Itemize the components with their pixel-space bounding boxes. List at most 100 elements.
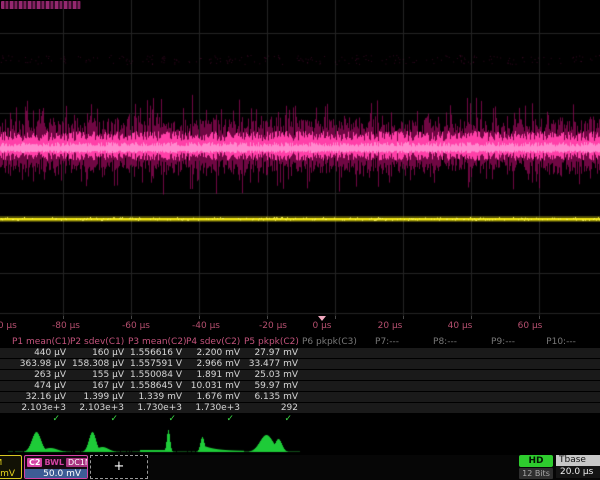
measure-value-cell (534, 381, 592, 391)
measure-value-cell: 155 µV (70, 370, 128, 380)
measure-stats-row: 474 µV167 µV1.558645 V10.031 mV59.97 mV (0, 381, 600, 391)
c2-coupling-label: DC1M (66, 458, 88, 467)
add-trace-button[interactable]: + (90, 455, 148, 479)
measure-value-cell (360, 381, 418, 391)
time-axis-label: 60 µs (518, 321, 543, 331)
hd-mode-badge[interactable]: HD (519, 455, 553, 467)
measure-value-cell (302, 381, 360, 391)
measure-value-cell: 1.558645 V (128, 381, 186, 391)
measure-value-cell (418, 348, 476, 358)
measure-stats-row: 2.103e+32.103e+31.730e+31.730e+3292 (0, 403, 600, 413)
status-check-icon: ✓ (128, 414, 186, 424)
measure-param-header[interactable]: P8:--- (418, 337, 476, 347)
measure-value-cell: 10.031 mV (186, 381, 244, 391)
measure-stats-row: 363.98 µV158.308 µV1.557591 V2.966 mV33.… (0, 359, 600, 369)
measure-value-cell: 160 µV (70, 348, 128, 358)
measure-param-header[interactable]: P5 pkpk(C2) (244, 337, 302, 347)
plus-icon: + (114, 459, 125, 474)
hd-bits-label: 12 Bits (519, 468, 553, 479)
time-axis-label: -80 µs (52, 321, 80, 331)
axis-tick (403, 316, 404, 319)
measure-value-cell (302, 392, 360, 402)
measure-param-header[interactable]: P9:--- (476, 337, 534, 347)
measurement-histicons[interactable] (6, 426, 306, 454)
measure-value-cell (534, 348, 592, 358)
measure-value-cell (418, 381, 476, 391)
measure-value-cell (476, 370, 534, 380)
axis-tick (471, 316, 472, 319)
time-axis-label: 20 µs (378, 321, 403, 331)
measure-value-cell (360, 403, 418, 413)
measure-value-cell (418, 359, 476, 369)
time-axis-label: 0 µs (312, 321, 331, 331)
c1-coupling-label: DC1M (0, 458, 2, 467)
time-axis-label: -100 µs (0, 321, 17, 331)
measure-value-cell (302, 359, 360, 369)
measure-value-cell: 2.200 mV (186, 348, 244, 358)
status-check-icon: ✓ (244, 414, 302, 424)
measure-param-header[interactable]: P1 mean(C1) (12, 337, 70, 347)
measure-value-cell (302, 370, 360, 380)
time-axis-label: 40 µs (448, 321, 473, 331)
measure-stats-row: 263 µV155 µV1.550084 V1.891 mV25.03 mV (0, 370, 600, 380)
measure-stats-row: 32.16 µV1.399 µV1.339 mV1.676 mV6.135 mV (0, 392, 600, 402)
measure-value-cell (476, 359, 534, 369)
measure-value-cell (476, 392, 534, 402)
measure-value-cell: 2.103e+3 (70, 403, 128, 413)
measure-value-cell: 1.550084 V (128, 370, 186, 380)
channel-c2-descriptor[interactable]: C2 BWL DC1M 50.0 mV (24, 455, 88, 479)
measure-stats-row: 440 µV160 µV1.556616 V2.200 mV27.97 mV (0, 348, 600, 358)
measure-value-cell: 27.97 mV (244, 348, 302, 358)
measure-status-row: ✓✓✓✓✓ (0, 414, 600, 424)
axis-tick (131, 316, 132, 319)
measure-value-cell (360, 348, 418, 358)
measure-value-cell: 2.103e+3 (12, 403, 70, 413)
axis-tick (267, 316, 268, 319)
measure-value-cell: 33.477 mV (244, 359, 302, 369)
measure-header-row: P1 mean(C1)P2 sdev(C1)P3 mean(C2)P4 sdev… (0, 337, 600, 347)
measure-value-cell: 1.339 mV (128, 392, 186, 402)
measure-value-cell: 32.16 µV (12, 392, 70, 402)
illegible-label-fragment (1, 1, 81, 9)
measure-value-cell (418, 370, 476, 380)
measure-param-header[interactable]: P6 pkpk(C3) (302, 337, 360, 347)
measure-value-cell (476, 348, 534, 358)
measure-value-cell (418, 403, 476, 413)
status-check-icon: ✓ (12, 414, 70, 424)
measure-value-cell (534, 403, 592, 413)
measure-param-header[interactable]: P4 sdev(C2) (186, 337, 244, 347)
measure-value-cell (360, 359, 418, 369)
measure-value-cell: 1.399 µV (70, 392, 128, 402)
waveform-canvas (0, 0, 600, 316)
measure-param-header[interactable]: P7:--- (360, 337, 418, 347)
measure-param-header[interactable]: P10:--- (534, 337, 592, 347)
measure-value-cell (476, 381, 534, 391)
measure-value-cell: 1.676 mV (186, 392, 244, 402)
status-check-icon: ✓ (186, 414, 244, 424)
measure-value-cell: 1.556616 V (128, 348, 186, 358)
waveform-display[interactable] (0, 0, 600, 316)
measure-value-cell: 1.730e+3 (128, 403, 186, 413)
axis-tick (63, 316, 64, 319)
measure-param-header[interactable]: P3 mean(C2) (128, 337, 186, 347)
measure-param-header[interactable]: P2 sdev(C1) (70, 337, 128, 347)
axis-tick (335, 316, 336, 319)
measure-value-cell: 263 µV (12, 370, 70, 380)
measure-value-cell: 59.97 mV (244, 381, 302, 391)
timebase-value: 20.0 µs (556, 466, 600, 478)
channel-c1-descriptor[interactable]: C1 DC1M 10.0 mV (0, 455, 22, 479)
bottom-toolbar: C1 DC1M 10.0 mV C2 BWL DC1M 50.0 mV + HD… (0, 455, 600, 480)
timebase-descriptor[interactable]: Tbase 20.0 µs (556, 455, 600, 479)
measure-value-cell: 440 µV (12, 348, 70, 358)
time-axis-label: -60 µs (122, 321, 150, 331)
measure-value-cell: 363.98 µV (12, 359, 70, 369)
measure-value-cell: 167 µV (70, 381, 128, 391)
time-axis-label: -40 µs (192, 321, 220, 331)
measure-value-cell (534, 370, 592, 380)
c2-scale-value: 50.0 mV (25, 469, 87, 479)
measure-value-cell: 1.557591 V (128, 359, 186, 369)
measurement-table[interactable]: P1 mean(C1)P2 sdev(C1)P3 mean(C2)P4 sdev… (0, 337, 600, 425)
measure-value-cell: 6.135 mV (244, 392, 302, 402)
time-axis-label: -20 µs (259, 321, 287, 331)
axis-tick (539, 316, 540, 319)
